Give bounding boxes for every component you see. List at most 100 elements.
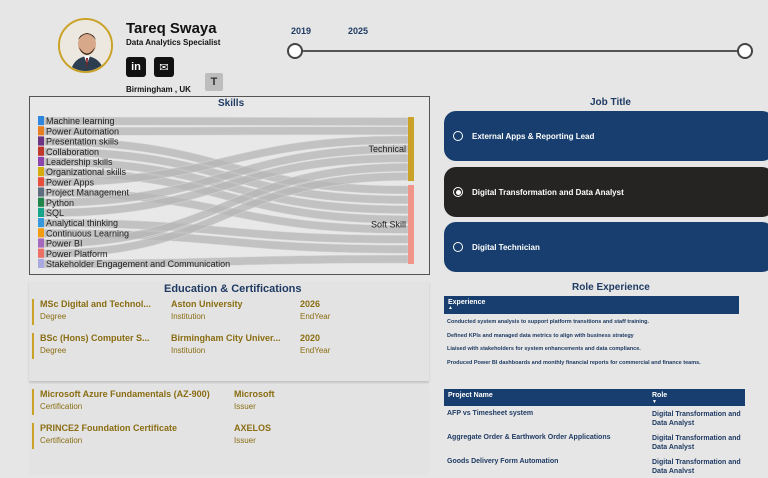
degree-name: BSc (Hons) Computer S...	[40, 333, 150, 343]
degree-name: MSc Digital and Technol...	[40, 299, 151, 309]
skill-label: Analytical thinking	[46, 218, 118, 228]
avatar	[58, 18, 113, 73]
skill-label: Power Apps	[46, 177, 95, 187]
role-column-header[interactable]: Role	[652, 392, 667, 399]
projects-table-header: Project Name Role ▼	[444, 389, 745, 406]
job-title-label: External Apps & Reporting Lead	[472, 131, 595, 141]
slider-end-handle[interactable]	[737, 43, 753, 59]
skills-panel: Skills Machine learning Power Automation P…	[29, 96, 430, 275]
role-experience-heading: Role Experience	[572, 282, 650, 293]
certification-name: Microsoft Azure Fundamentals (AZ-900)	[40, 389, 210, 399]
email-icon[interactable]: ✉	[154, 57, 174, 77]
experience-column-header[interactable]: Experience ▲	[444, 296, 739, 314]
radio-unselected-icon[interactable]	[453, 131, 463, 141]
skill-node[interactable]	[38, 248, 44, 258]
skill-label: Machine learning	[46, 116, 115, 126]
job-title-option[interactable]: External Apps & Reporting Lead	[444, 111, 768, 161]
skill-label: Leadership skills	[46, 157, 113, 167]
skill-label: Python	[46, 198, 74, 208]
radio-unselected-icon[interactable]	[453, 242, 463, 252]
skill-node[interactable]	[38, 238, 44, 248]
job-title-label: Digital Transformation and Data Analyst	[472, 187, 624, 197]
end-year-label: EndYear	[300, 312, 331, 321]
project-role-cell: Digital Transformation and Data Analyst	[652, 411, 741, 427]
certification-name: PRINCE2 Foundation Certificate	[40, 423, 178, 433]
sort-ascending-icon[interactable]: ▲	[448, 306, 735, 311]
linkedin-icon[interactable]: in	[126, 57, 146, 77]
project-role-cell: Digital Transformation and Data Analyst	[652, 435, 741, 451]
experience-line: Defined KPIs and managed data metrics to…	[447, 333, 634, 339]
certification-label: Certification	[40, 436, 83, 445]
skill-label: Stakeholder Engagement and Communication	[46, 259, 230, 269]
skill-category-node[interactable]	[408, 185, 414, 264]
job-title-option[interactable]: Digital Transformation and Data Analyst	[444, 167, 768, 217]
skill-label: Organizational skills	[46, 167, 127, 177]
degree-label: Degree	[40, 312, 67, 321]
teams-icon[interactable]: T	[205, 73, 223, 91]
skill-label: Collaboration	[46, 147, 99, 157]
profile-name: Tareq Swaya	[126, 20, 217, 37]
degree-label: Degree	[40, 346, 67, 355]
issuer-label: Issuer	[234, 436, 256, 445]
end-year-label: EndYear	[300, 346, 331, 355]
certification-row: Microsoft Azure Fundamentals (AZ-900) Cer…	[32, 389, 275, 415]
profile-title: Data Analytics Specialist	[126, 38, 221, 47]
skill-node[interactable]	[38, 207, 44, 217]
profile-location: Birmingham , UK	[126, 85, 191, 94]
slider-end-year: 2025	[348, 26, 369, 36]
project-name-cell: Aggregate Order & Earthwork Order Applic…	[447, 434, 611, 441]
job-title-option[interactable]: Digital Technician	[444, 222, 768, 272]
skill-node[interactable]	[38, 116, 44, 126]
skill-node[interactable]	[38, 228, 44, 238]
skill-node[interactable]	[38, 258, 44, 268]
skill-category-node[interactable]	[408, 117, 414, 181]
slider-start-year: 2019	[291, 26, 312, 36]
institution-name: Aston University	[171, 299, 243, 309]
skill-node[interactable]	[38, 197, 44, 207]
certifications-panel: Microsoft Azure Fundamentals (AZ-900) Cer…	[29, 385, 429, 475]
skill-node[interactable]	[38, 187, 44, 197]
project-role-cell: Digital Transformation and Data Analyst	[652, 459, 741, 473]
skill-node[interactable]	[38, 126, 44, 136]
institution-name: Birmingham City Univer...	[171, 333, 281, 343]
institution-label: Institution	[171, 346, 206, 355]
education-panel: Education & Certifications MSc Digital a…	[29, 281, 429, 381]
end-year: 2020	[300, 333, 321, 343]
radio-selected-icon[interactable]	[453, 187, 463, 197]
project-name-column-header[interactable]: Project Name	[448, 392, 493, 399]
skill-node[interactable]	[38, 146, 44, 156]
institution-label: Institution	[171, 312, 206, 321]
skill-node[interactable]	[38, 136, 44, 146]
job-title-heading: Job Title	[590, 97, 631, 108]
sort-descending-icon[interactable]: ▼	[652, 399, 657, 405]
skill-category-label: Technical	[368, 144, 406, 154]
education-row: MSc Digital and Technol... Degree Aston U…	[32, 299, 330, 325]
skill-label: Continuous Learning	[46, 228, 129, 238]
experience-line: Conducted system analysis to support pla…	[447, 319, 649, 325]
skill-category-label: Soft Skill	[371, 220, 406, 230]
skill-node[interactable]	[38, 177, 44, 187]
skill-label: Power BI	[46, 239, 83, 249]
project-name-cell: AFP vs Timesheet system	[447, 410, 534, 417]
slider-start-handle[interactable]	[287, 43, 303, 59]
profile-photo-icon	[60, 20, 111, 71]
skill-node[interactable]	[38, 156, 44, 166]
job-title-label: Digital Technician	[472, 242, 540, 252]
project-name-cell: Goods Delivery Form Automation	[447, 458, 559, 465]
education-title: Education & Certifications	[164, 283, 302, 295]
experience-line: Liaised with stakeholders for system enh…	[447, 346, 641, 352]
skill-label: Power Platform	[46, 249, 108, 259]
issuer-label: Issuer	[234, 402, 256, 411]
certification-row: PRINCE2 Foundation Certificate Certificat…	[32, 423, 271, 449]
education-row: BSc (Hons) Computer S... Degree Birmingha…	[32, 333, 330, 359]
skill-label: Power Automation	[46, 126, 119, 136]
skill-node[interactable]	[38, 167, 44, 177]
skill-label: Project Management	[46, 188, 130, 198]
skill-node[interactable]	[38, 218, 44, 228]
certification-label: Certification	[40, 402, 83, 411]
year-slider-track[interactable]	[293, 50, 745, 52]
end-year: 2026	[300, 299, 321, 309]
experience-line: Produced Power BI dashboards and monthly…	[447, 360, 701, 366]
skill-label: SQL	[46, 208, 64, 218]
skill-label: Presentation skills	[46, 137, 119, 147]
